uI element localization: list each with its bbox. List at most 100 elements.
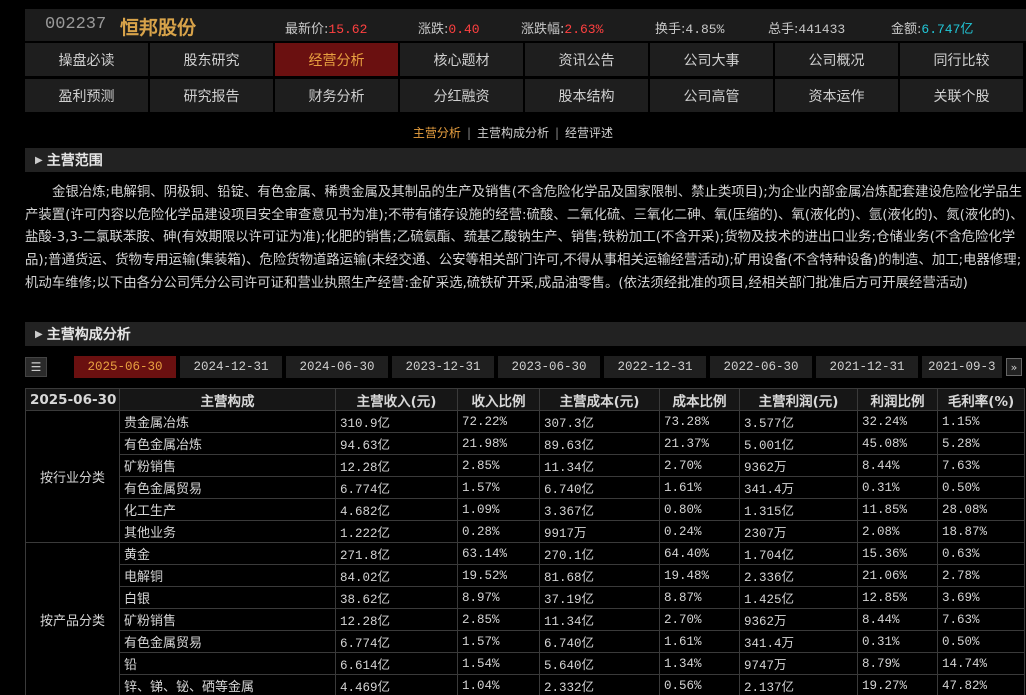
item-name-cell: 有色金属贸易: [119, 476, 336, 499]
nav-tab[interactable]: 资讯公告: [525, 43, 648, 76]
list-icon[interactable]: ☰: [25, 357, 47, 377]
value-cell: 8.87%: [659, 586, 740, 609]
value-cell: 21.98%: [457, 432, 540, 455]
value-cell: 6.774亿: [335, 630, 458, 653]
nav-tab[interactable]: 同行比较: [900, 43, 1023, 76]
value-cell: 3.69%: [937, 586, 1025, 609]
scope-section-header[interactable]: ▶ 主营范围: [25, 148, 1026, 172]
table-row: 白银 38.62亿 8.97% 37.19亿 8.87% 1.425亿 12.85% 3.69…: [26, 586, 1025, 609]
category-group-label: 按行业分类: [25, 410, 120, 543]
subnav-business-review[interactable]: 经营评述: [565, 126, 613, 140]
value-cell: 89.63亿: [539, 432, 660, 455]
nav-tab[interactable]: 资本运作: [775, 79, 898, 112]
value-cell: 19.48%: [659, 564, 740, 587]
value-cell: 81.68亿: [539, 564, 660, 587]
value-cell: 2.332亿: [539, 674, 660, 695]
nav-row-1: 操盘必读 股东研究 经营分析 核心题材 资讯公告 公司大事 公司概况 同行比较: [25, 43, 1026, 76]
value-cell: 2.137亿: [739, 674, 858, 695]
column-header: 成本比例: [659, 388, 740, 411]
date-tab[interactable]: 2024-12-31: [180, 356, 282, 378]
column-header: 主营成本(元): [539, 388, 660, 411]
date-tab-active[interactable]: 2025-06-30: [74, 356, 176, 378]
value-cell: 2.70%: [659, 454, 740, 477]
value-cell: 5.28%: [937, 432, 1025, 455]
nav-tab[interactable]: 股东研究: [150, 43, 273, 76]
item-name-cell: 锌、锑、铋、硒等金属: [119, 674, 336, 695]
value-cell: 0.50%: [937, 476, 1025, 499]
value-cell: 32.24%: [857, 410, 938, 433]
value-cell: 1.15%: [937, 410, 1025, 433]
item-name-cell: 有色金属贸易: [119, 630, 336, 653]
value-cell: 6.774亿: [335, 476, 458, 499]
nav-tab-active[interactable]: 经营分析: [275, 43, 398, 76]
value-cell: 1.61%: [659, 630, 740, 653]
composition-table: 2025-06-30 主营构成 主营收入(元) 收入比例 主营成本(元) 成本比…: [25, 388, 1025, 695]
date-tab[interactable]: 2023-12-31: [392, 356, 494, 378]
nav-tab[interactable]: 关联个股: [900, 79, 1023, 112]
composition-section-header[interactable]: ▶ 主营构成分析: [25, 322, 1026, 346]
nav-tab[interactable]: 操盘必读: [25, 43, 148, 76]
table-row: 矿粉销售 12.28亿 2.85% 11.34亿 2.70% 9362万 8.44% 7.63…: [26, 608, 1025, 631]
item-name-cell: 其他业务: [119, 520, 336, 543]
subnav-main-analysis[interactable]: 主营分析: [413, 126, 461, 140]
value-cell: 2.70%: [659, 608, 740, 631]
nav-tab[interactable]: 公司概况: [775, 43, 898, 76]
table-row: 有色金属冶炼 94.63亿 21.98% 89.63亿 21.37% 5.001亿 45.0…: [26, 432, 1025, 455]
nav-tab[interactable]: 公司高管: [650, 79, 773, 112]
nav-tab[interactable]: 盈利预测: [25, 79, 148, 112]
value-cell: 73.28%: [659, 410, 740, 433]
value-cell: 47.82%: [937, 674, 1025, 695]
nav-tab[interactable]: 股本结构: [525, 79, 648, 112]
value-cell: 310.9亿: [335, 410, 458, 433]
subnav-composition-analysis[interactable]: 主营构成分析: [477, 126, 549, 140]
value-cell: 1.57%: [457, 476, 540, 499]
item-name-cell: 贵金属冶炼: [119, 410, 336, 433]
value-cell: 12.28亿: [335, 454, 458, 477]
nav-tab[interactable]: 分红融资: [400, 79, 523, 112]
value-cell: 1.04%: [457, 674, 540, 695]
double-chevron-right-icon[interactable]: »: [1006, 358, 1022, 376]
stock-name: 恒邦股份: [120, 17, 197, 39]
table-row: 矿粉销售 12.28亿 2.85% 11.34亿 2.70% 9362万 8.44% 7.63…: [26, 454, 1025, 477]
value-cell: 0.31%: [857, 630, 938, 653]
date-tab[interactable]: 2022-06-30: [710, 356, 812, 378]
table-row: 按产品分类 黄金 271.8亿 63.14% 270.1亿 64.40% 1.704亿 15.…: [25, 542, 1025, 695]
date-tab[interactable]: 2022-12-31: [604, 356, 706, 378]
column-header: 毛利率(%): [937, 388, 1025, 411]
value-cell: 4.469亿: [335, 674, 458, 695]
date-tab[interactable]: 2021-09-3: [922, 356, 1002, 378]
stock-code: 002237: [45, 15, 107, 34]
price-change-percent: 涨跌幅:2.63%: [521, 22, 604, 37]
value-cell: 4.682亿: [335, 498, 458, 521]
value-cell: 1.57%: [457, 630, 540, 653]
value-cell: 84.02亿: [335, 564, 458, 587]
value-cell: 15.36%: [857, 542, 938, 565]
value-cell: 1.315亿: [739, 498, 858, 521]
value-cell: 0.28%: [457, 520, 540, 543]
value-cell: 28.08%: [937, 498, 1025, 521]
nav-tab[interactable]: 财务分析: [275, 79, 398, 112]
value-cell: 2.85%: [457, 454, 540, 477]
value-cell: 63.14%: [457, 542, 540, 565]
nav-tab[interactable]: 公司大事: [650, 43, 773, 76]
value-cell: 1.54%: [457, 652, 540, 675]
column-header: 2025-06-30: [25, 388, 120, 411]
value-cell: 1.425亿: [739, 586, 858, 609]
value-cell: 3.577亿: [739, 410, 858, 433]
column-header: 主营构成: [119, 388, 336, 411]
date-tab[interactable]: 2024-06-30: [286, 356, 388, 378]
latest-price: 最新价:15.62: [285, 22, 368, 37]
nav-tab[interactable]: 研究报告: [150, 79, 273, 112]
value-cell: 18.87%: [937, 520, 1025, 543]
category-group-label: 按产品分类: [25, 542, 120, 695]
value-cell: 6.740亿: [539, 630, 660, 653]
nav-tab[interactable]: 核心题材: [400, 43, 523, 76]
value-cell: 64.40%: [659, 542, 740, 565]
subnav-separator: |: [555, 126, 560, 140]
date-tab[interactable]: 2023-06-30: [498, 356, 600, 378]
section-title: 主营构成分析: [46, 327, 131, 343]
value-cell: 1.222亿: [335, 520, 458, 543]
value-cell: 12.85%: [857, 586, 938, 609]
item-name-cell: 矿粉销售: [119, 608, 336, 631]
date-tab[interactable]: 2021-12-31: [816, 356, 918, 378]
